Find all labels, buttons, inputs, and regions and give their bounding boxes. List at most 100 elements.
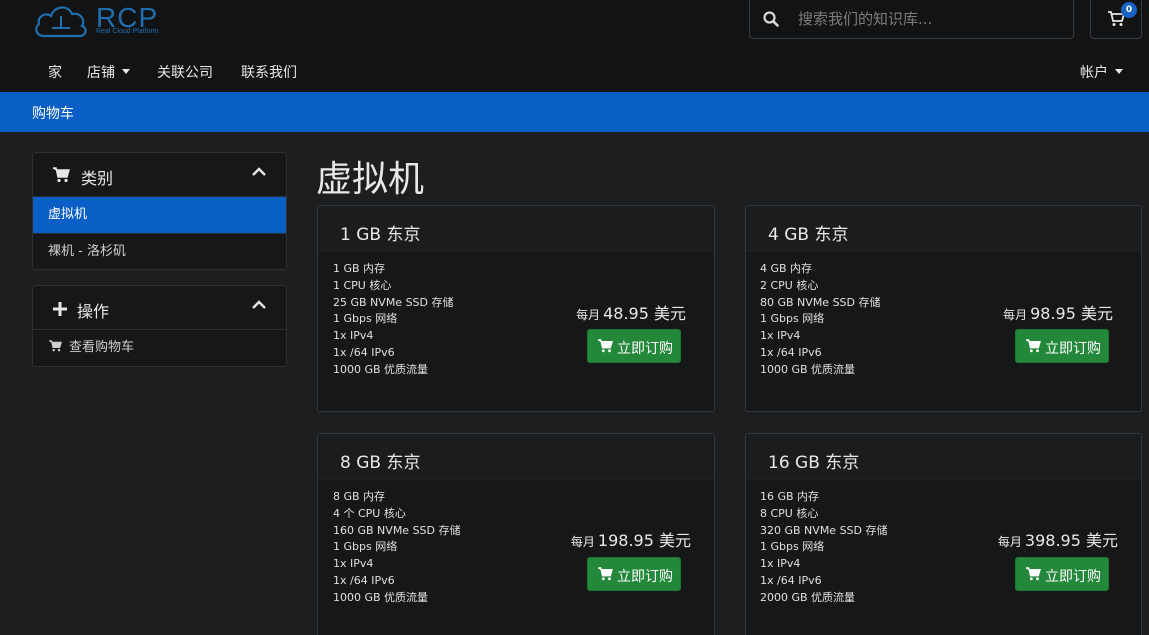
breadcrumb-bar: 购物车 (0, 92, 1149, 132)
cart-icon (598, 339, 613, 353)
nav-affiliates[interactable]: 关联公司 (157, 62, 213, 82)
cart-icon (1026, 339, 1041, 353)
price-period: 每月 (570, 535, 595, 549)
caret-down-icon (122, 68, 130, 74)
feature-item: 4 GB 内存 (760, 262, 813, 275)
order-now-button[interactable]: 立即订购 (1015, 329, 1109, 363)
feature-item: 1 Gbps 网络 (760, 540, 825, 554)
nav-contact[interactable]: 联系我们 (241, 62, 297, 82)
nav-account-label: 帐户 (1080, 65, 1108, 81)
price-period: 每月 (997, 535, 1022, 549)
feature-item: 160 GB NVMe SSD 存储 (333, 523, 461, 537)
product-title: 16 GB 东京 (768, 453, 860, 473)
feature-item: 1x IPv4 (760, 329, 801, 343)
category-baremetal-la[interactable]: 裸机 - 洛杉矶 (33, 233, 286, 269)
actions-title: 操作 (77, 302, 110, 321)
product-title: 1 GB 东京 (340, 225, 421, 245)
feature-item: 1 Gbps 网络 (333, 540, 398, 554)
price-amount: 98.95 美元 (1030, 304, 1113, 323)
order-now-button[interactable]: 立即订购 (587, 329, 681, 363)
order-now-label: 立即订购 (1045, 341, 1101, 357)
product-card: 8 GB 东京 8 GB 内存 4 个 CPU 核心 160 GB NVMe S… (317, 433, 715, 635)
price-amount: 398.95 美元 (1024, 531, 1118, 550)
product-card: 1 GB 东京 1 GB 内存 1 CPU 核心 25 GB NVMe SSD … (317, 205, 715, 412)
feature-item: 1000 GB 优质流量 (333, 362, 429, 376)
order-now-button[interactable]: 立即订购 (1015, 557, 1109, 591)
feature-item: 1 Gbps 网络 (333, 312, 398, 326)
feature-item: 4 个 CPU 核心 (333, 506, 406, 520)
product-title: 4 GB 东京 (768, 225, 849, 245)
caret-down-icon (1115, 68, 1123, 74)
page-title: 虚拟机 (316, 159, 425, 200)
feature-item: 320 GB NVMe SSD 存储 (760, 523, 888, 537)
order-now-button[interactable]: 立即订购 (587, 557, 681, 591)
breadcrumb: 购物车 (32, 106, 74, 122)
product-price: 每月 198.95 美元 (571, 527, 691, 551)
brand-logo[interactable]: RCP Real Cloud Platform (32, 0, 182, 42)
feature-item: 1000 GB 优质流量 (760, 362, 856, 376)
feature-item: 1 GB 内存 (333, 262, 386, 275)
feature-item: 1x /64 IPv6 (333, 345, 395, 359)
feature-item: 1x IPv4 (760, 557, 801, 571)
product-card-header: 4 GB 东京 (746, 206, 1141, 252)
feature-item: 1 CPU 核心 (333, 278, 392, 292)
cart-count-badge: 0 (1121, 2, 1137, 18)
feature-item: 2000 GB 优质流量 (760, 590, 856, 604)
plus-icon (53, 302, 67, 316)
actions-panel-header[interactable]: 操作 (33, 286, 286, 330)
feature-item: 8 CPU 核心 (760, 506, 819, 520)
categories-panel: 类别 虚拟机 裸机 - 洛杉矶 (32, 152, 287, 270)
search-input[interactable] (798, 6, 1058, 32)
product-card: 4 GB 东京 4 GB 内存 2 CPU 核心 80 GB NVMe SSD … (745, 205, 1142, 412)
product-title: 8 GB 东京 (340, 453, 421, 473)
feature-item: 1 Gbps 网络 (760, 312, 825, 326)
feature-item: 8 GB 内存 (333, 490, 386, 503)
feature-item: 25 GB NVMe SSD 存储 (333, 295, 454, 309)
feature-item: 80 GB NVMe SSD 存储 (760, 295, 881, 309)
price-amount: 198.95 美元 (597, 531, 691, 550)
cloud-logo-icon (35, 6, 87, 38)
category-vm[interactable]: 虚拟机 (33, 197, 286, 233)
feature-item: 1x IPv4 (333, 329, 374, 343)
cart-icon (598, 567, 613, 581)
nav-store[interactable]: 店铺 (87, 62, 130, 82)
product-features: 1 GB 内存 1 CPU 核心 25 GB NVMe SSD 存储 1 Gbp… (333, 261, 454, 379)
nav-home[interactable]: 家 (48, 62, 62, 82)
cart-icon (53, 167, 70, 183)
product-card-header: 8 GB 东京 (318, 434, 714, 480)
product-price: 每月 48.95 美元 (576, 300, 686, 324)
product-price: 每月 398.95 美元 (998, 527, 1118, 551)
feature-item: 16 GB 内存 (760, 490, 820, 503)
feature-item: 1x /64 IPv6 (760, 345, 822, 359)
product-card-header: 1 GB 东京 (318, 206, 714, 252)
price-period: 每月 (576, 308, 601, 322)
nav-store-label: 店铺 (87, 65, 115, 81)
product-features: 8 GB 内存 4 个 CPU 核心 160 GB NVMe SSD 存储 1 … (333, 489, 461, 607)
actions-panel: 操作 查看购物车 (32, 285, 287, 367)
product-features: 16 GB 内存 8 CPU 核心 320 GB NVMe SSD 存储 1 G… (760, 489, 888, 607)
knowledgebase-search (749, 0, 1074, 39)
feature-item: 1000 GB 优质流量 (333, 590, 429, 604)
price-amount: 48.95 美元 (603, 304, 686, 323)
cart-button[interactable]: 0 (1090, 0, 1142, 39)
search-icon[interactable] (762, 10, 780, 28)
feature-item: 1x /64 IPv6 (760, 573, 822, 587)
view-cart-link[interactable]: 查看购物车 (33, 330, 286, 366)
order-now-label: 立即订购 (1045, 569, 1101, 585)
categories-title: 类别 (81, 169, 114, 188)
brand-tagline: Real Cloud Platform (96, 28, 159, 35)
chevron-up-icon[interactable] (252, 167, 266, 177)
order-now-label: 立即订购 (617, 341, 673, 357)
product-card-header: 16 GB 东京 (746, 434, 1141, 480)
product-features: 4 GB 内存 2 CPU 核心 80 GB NVMe SSD 存储 1 Gbp… (760, 261, 881, 379)
cart-icon (49, 340, 62, 352)
view-cart-label: 查看购物车 (69, 340, 135, 355)
price-period: 每月 (1003, 308, 1028, 322)
product-price: 每月 98.95 美元 (1003, 300, 1113, 324)
cart-icon (1026, 567, 1041, 581)
feature-item: 2 CPU 核心 (760, 278, 819, 292)
order-now-label: 立即订购 (617, 569, 673, 585)
categories-panel-header[interactable]: 类别 (33, 153, 286, 197)
nav-account[interactable]: 帐户 (1080, 62, 1123, 82)
chevron-up-icon[interactable] (252, 300, 266, 310)
